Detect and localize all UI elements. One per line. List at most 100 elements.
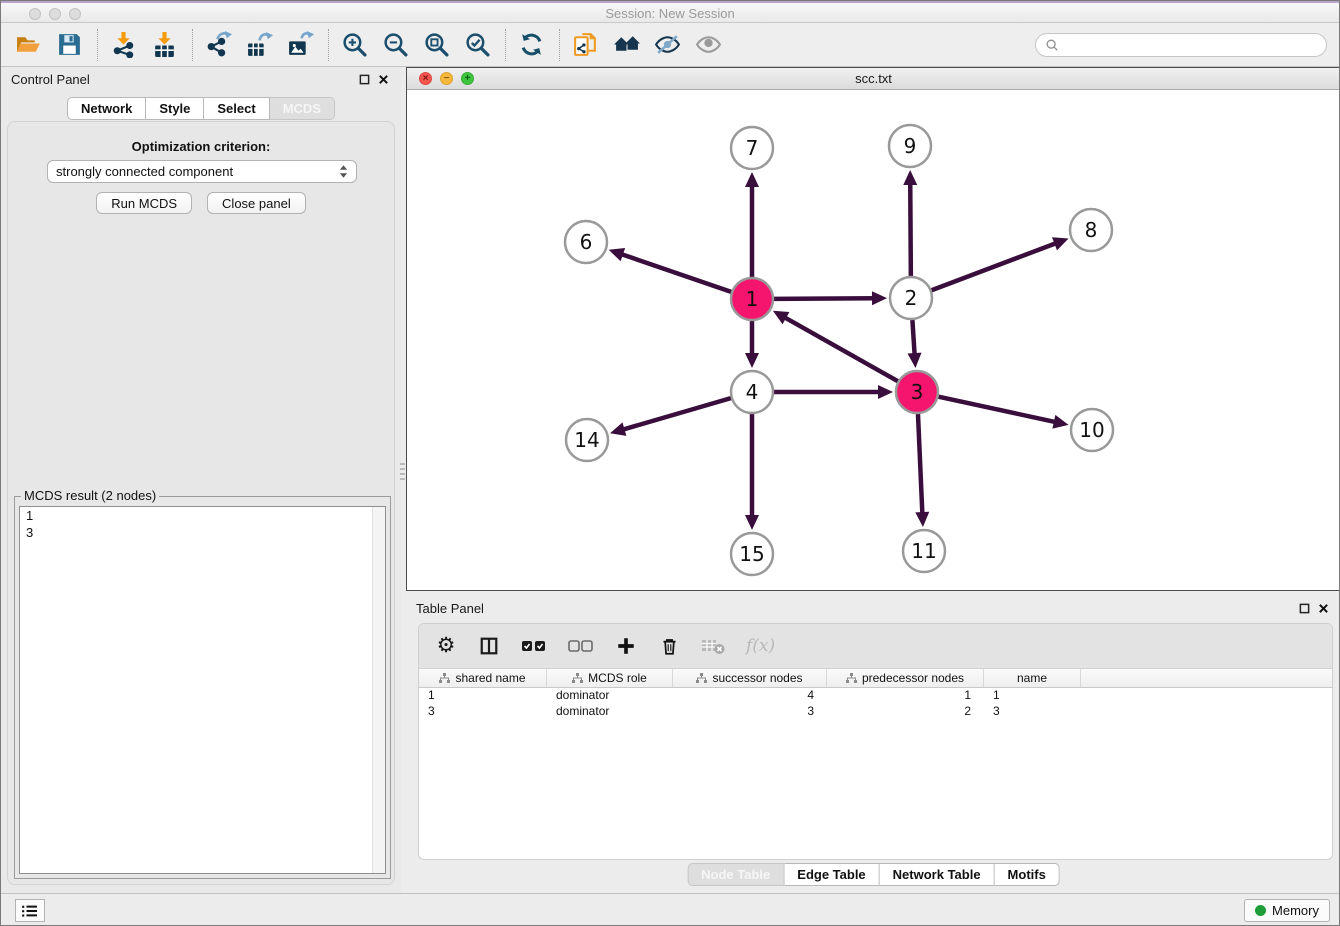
mcds-result-area[interactable]: 13 [19,506,386,874]
hide-selected-icon[interactable] [652,30,682,60]
table-cell[interactable]: 3 [419,704,547,720]
zoom-in-icon[interactable] [339,30,369,60]
table-cell[interactable]: 1 [827,688,984,704]
svg-text:4: 4 [746,380,759,404]
tab-network[interactable]: Network [67,97,146,120]
node-table-container: ⚙f(x) shared nameMCDS rolesuccessor node… [418,623,1333,860]
table-cell[interactable]: 3 [673,704,827,720]
column-header-name[interactable]: name [984,669,1081,687]
graph-node-11[interactable]: 11 [903,530,945,572]
graph-edge-2-8[interactable] [932,237,1069,290]
close-panel-button[interactable]: Close panel [207,192,306,214]
optimization-criterion-dropdown[interactable]: strongly connected component [47,160,357,183]
delete-columns-icon[interactable] [658,634,680,658]
graph-node-8[interactable]: 8 [1070,209,1112,251]
network-graph: 7 9 6 8 1 2 4 3 14 10 15 11 [407,90,1340,590]
tab-select[interactable]: Select [204,97,269,120]
toolbar-separator [328,29,329,61]
graph-edge-3-1[interactable] [773,311,898,381]
column-header-predecessor-nodes[interactable]: predecessor nodes [827,669,984,687]
svg-text:10: 10 [1079,418,1104,442]
tab-edge-table[interactable]: Edge Table [784,863,879,886]
select-all-icon[interactable] [521,634,547,658]
graph-node-15[interactable]: 15 [731,533,773,575]
table-cell[interactable]: dominator [547,704,673,720]
table-row[interactable]: 3dominator323 [419,704,1332,720]
graph-node-9[interactable]: 9 [889,125,931,167]
table-cell[interactable]: dominator [547,688,673,704]
float-panel-icon[interactable] [358,73,371,86]
graph-edge-3-11[interactable] [915,414,929,527]
graph-edge-1-2[interactable] [774,291,887,305]
graph-edge-2-3[interactable] [908,320,922,368]
table-panel: Table Panel ⚙f(x) shared nameMCDS rolesu… [406,596,1340,893]
column-header-shared-name[interactable]: shared name [419,669,547,687]
graph-node-3[interactable]: 3 [896,371,938,413]
graph-edge-1-6[interactable] [609,248,731,292]
table-cell[interactable]: 2 [827,704,984,720]
zoom-out-icon[interactable] [380,30,410,60]
table-cell[interactable]: 3 [984,704,1081,720]
export-image-icon[interactable] [285,30,315,60]
zoom-fit-icon[interactable] [421,30,451,60]
tab-motifs[interactable]: Motifs [995,863,1060,886]
column-label: predecessor nodes [862,671,964,685]
column-header-successor-nodes[interactable]: successor nodes [673,669,827,687]
table-cell[interactable]: 1 [984,688,1081,704]
export-network-icon[interactable] [203,30,233,60]
save-session-icon[interactable] [54,30,84,60]
table-row[interactable]: 1dominator411 [419,688,1332,704]
network-window-titlebar: × − + scc.txt [407,68,1340,90]
task-history-button[interactable] [15,899,45,922]
table-cell[interactable]: 1 [419,688,547,704]
graph-edge-1-4[interactable] [745,321,759,368]
graph-node-10[interactable]: 10 [1071,409,1113,451]
tab-mcds[interactable]: MCDS [270,97,335,120]
create-column-icon[interactable] [615,634,637,658]
import-table-icon[interactable] [149,30,179,60]
graph-node-4[interactable]: 4 [731,371,773,413]
graph-edge-3-10[interactable] [938,397,1068,429]
table-settings-icon[interactable]: ⚙ [435,634,457,658]
show-all-icon[interactable] [693,30,723,60]
column-label: successor nodes [712,671,802,685]
graph-edge-4-14[interactable] [610,398,731,436]
graph-node-2[interactable]: 2 [890,277,932,319]
memory-status-icon [1255,905,1266,916]
dropdown-stepper-icon [339,164,348,179]
panel-splitter-grip[interactable] [400,463,405,481]
column-header-MCDS-role[interactable]: MCDS role [547,669,673,687]
memory-button[interactable]: Memory [1244,899,1330,922]
open-file-icon[interactable] [13,30,43,60]
copy-network-icon[interactable] [570,30,600,60]
close-table-panel-icon[interactable] [1317,602,1330,615]
table-cell[interactable]: 4 [673,688,827,704]
tab-network-table[interactable]: Network Table [880,863,995,886]
network-canvas[interactable]: 7 9 6 8 1 2 4 3 14 10 15 11 [407,90,1340,590]
zoom-selected-icon[interactable] [462,30,492,60]
graph-node-6[interactable]: 6 [565,221,607,263]
svg-text:15: 15 [739,542,764,566]
tab-style[interactable]: Style [146,97,204,120]
graph-node-14[interactable]: 14 [566,419,608,461]
search-box[interactable] [1035,33,1327,57]
close-panel-icon[interactable] [377,73,390,86]
graph-edge-4-15[interactable] [745,414,759,530]
first-neighbors-icon[interactable] [611,30,641,60]
search-input[interactable] [1064,38,1317,52]
import-network-icon[interactable] [108,30,138,60]
deselect-all-icon[interactable] [568,634,594,658]
tab-node-table[interactable]: Node Table [687,863,784,886]
float-table-panel-icon[interactable] [1298,602,1311,615]
graph-node-7[interactable]: 7 [731,127,773,169]
graph-edge-1-7[interactable] [745,172,759,277]
graph-edge-2-9[interactable] [903,170,917,276]
show-columns-icon[interactable] [478,634,500,658]
run-mcds-button[interactable]: Run MCDS [96,192,192,214]
result-scrollbar[interactable] [372,507,385,873]
graph-node-1[interactable]: 1 [731,278,773,320]
refresh-layout-icon[interactable] [516,30,546,60]
column-label: shared name [455,671,525,685]
export-table-icon[interactable] [244,30,274,60]
graph-edge-4-3[interactable] [774,385,893,399]
